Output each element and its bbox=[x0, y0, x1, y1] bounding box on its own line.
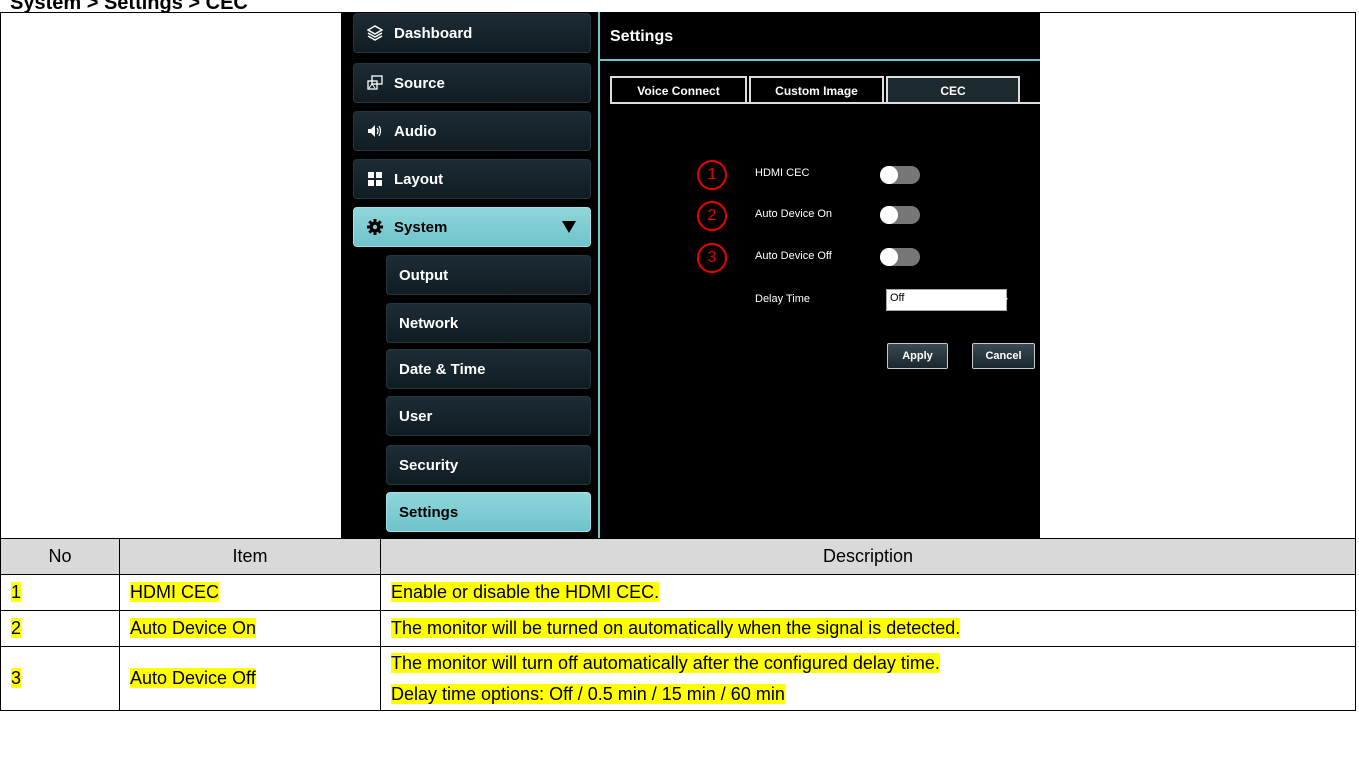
header-description: Description bbox=[380, 538, 1356, 575]
source-icon bbox=[366, 74, 384, 92]
delay-time-label: Delay Time bbox=[755, 293, 811, 305]
row-description-options: Delay time options: Off / 0.5 min / 15 m… bbox=[391, 683, 785, 704]
hdmi-cec-label: HDMI CEC bbox=[755, 167, 810, 179]
web-ui-screenshot: Dashboard Source Audio Layout System Out… bbox=[341, 12, 1040, 539]
sidebar-item-audio[interactable]: Audio bbox=[353, 111, 591, 151]
settings-title: Settings bbox=[610, 28, 674, 45]
tab-voice-connect[interactable]: Voice Connect bbox=[610, 76, 747, 103]
sidebar-item-label: System bbox=[394, 218, 448, 236]
row-item: HDMI CEC bbox=[130, 582, 219, 602]
table-row: 1 HDMI CEC Enable or disable the HDMI CE… bbox=[0, 574, 1356, 611]
row-description: The monitor will turn off automatically … bbox=[391, 652, 940, 673]
row-description: The monitor will be turned on automatica… bbox=[391, 618, 961, 638]
layout-icon bbox=[366, 170, 384, 188]
sidebar-subitem-security[interactable]: Security bbox=[386, 445, 591, 485]
row-no: 2 bbox=[11, 618, 22, 638]
header-item: Item bbox=[119, 538, 381, 575]
header-no: No bbox=[0, 538, 120, 575]
gear-icon bbox=[366, 218, 384, 236]
sidebar-item-system[interactable]: System bbox=[353, 207, 591, 247]
sidebar-item-dashboard[interactable]: Dashboard bbox=[353, 13, 591, 53]
sidebar-subitem-user[interactable]: User bbox=[386, 396, 591, 436]
delay-time-select[interactable]: Off bbox=[886, 289, 1007, 311]
hdmi-cec-toggle[interactable] bbox=[880, 166, 920, 184]
sidebar-item-source[interactable]: Source bbox=[353, 63, 591, 103]
marker-2: 2 bbox=[697, 201, 727, 231]
sidebar-subitem-network[interactable]: Network bbox=[386, 303, 591, 343]
sidebar-subitem-date-time[interactable]: Date & Time bbox=[386, 349, 591, 389]
chevron-down-icon bbox=[562, 221, 576, 233]
marker-1: 1 bbox=[697, 160, 727, 190]
row-no: 3 bbox=[11, 668, 22, 688]
marker-3: 3 bbox=[697, 243, 727, 273]
cancel-button[interactable]: Cancel bbox=[972, 343, 1035, 369]
sidebar: Dashboard Source Audio Layout System Out… bbox=[341, 12, 601, 539]
description-table: No Item Description 1 HDMI CEC Enable or… bbox=[0, 538, 1356, 711]
tab-custom-image[interactable]: Custom Image bbox=[749, 76, 884, 103]
row-item: Auto Device On bbox=[130, 618, 257, 638]
layers-icon bbox=[366, 24, 384, 42]
panel-divider bbox=[598, 12, 600, 539]
row-description: Enable or disable the HDMI CEC. bbox=[391, 582, 660, 602]
table-row: 3 Auto Device Off The monitor will turn … bbox=[0, 646, 1356, 711]
sidebar-item-label: Layout bbox=[394, 170, 444, 188]
row-item: Auto Device Off bbox=[130, 668, 256, 688]
table-row: 2 Auto Device On The monitor will be tur… bbox=[0, 610, 1356, 647]
tab-cec[interactable]: CEC bbox=[886, 76, 1020, 103]
auto-device-off-label: Auto Device Off bbox=[755, 250, 832, 262]
auto-device-on-label: Auto Device On bbox=[755, 208, 833, 220]
sidebar-subitem-settings[interactable]: Settings bbox=[386, 492, 591, 532]
speaker-icon bbox=[366, 122, 384, 140]
sidebar-item-label: Dashboard bbox=[394, 24, 473, 42]
chevron-down-icon[interactable] bbox=[995, 294, 1009, 308]
sidebar-subitem-output[interactable]: Output bbox=[386, 255, 591, 295]
sidebar-item-label: Audio bbox=[394, 122, 437, 140]
apply-button[interactable]: Apply bbox=[887, 343, 948, 369]
auto-device-on-toggle[interactable] bbox=[880, 206, 920, 224]
sidebar-item-label: Source bbox=[394, 74, 445, 92]
tab-underline bbox=[610, 102, 1040, 104]
row-no: 1 bbox=[11, 582, 22, 602]
auto-device-off-toggle[interactable] bbox=[880, 248, 920, 266]
table-header-row: No Item Description bbox=[0, 538, 1356, 575]
sidebar-item-layout[interactable]: Layout bbox=[353, 159, 591, 199]
title-divider bbox=[600, 59, 1040, 61]
